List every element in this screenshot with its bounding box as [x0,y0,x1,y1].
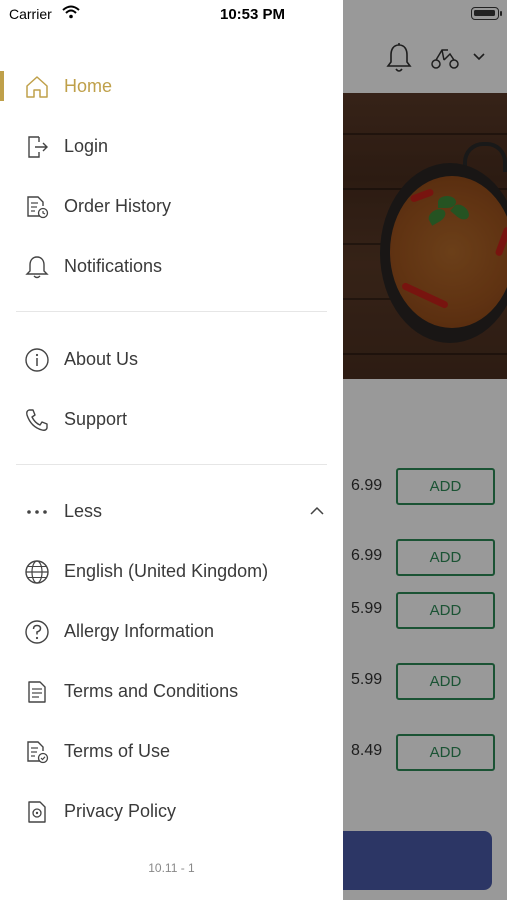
privacy-icon [28,801,46,823]
menu-divider [16,311,327,312]
info-icon [25,348,49,372]
phone-icon [26,409,48,431]
question-icon [25,620,49,644]
menu-item-login[interactable]: Login [0,122,343,170]
menu-item-support[interactable]: Support [0,395,343,443]
menu-label: English (United Kingdom) [64,560,269,581]
status-bar: Carrier 10:53 PM [0,0,507,28]
home-icon [26,76,48,98]
menu-item-language[interactable]: English (United Kingdom) [0,547,343,595]
menu-item-less-toggle[interactable]: Less [0,487,343,535]
menu-label: Allergy Information [64,620,215,641]
more-dots-icon [27,510,47,514]
menu-label: Notifications [64,255,163,276]
menu-label: Support [64,408,128,429]
menu-label: About Us [64,348,139,369]
menu-divider [16,464,327,465]
bell-icon [25,256,49,279]
battery-icon [471,7,499,20]
menu-label: Order History [64,195,172,216]
side-drawer: Home Login Order History Notifications A… [0,0,343,900]
menu-item-home[interactable]: Home [0,62,343,110]
menu-item-notifications[interactable]: Notifications [0,242,343,290]
login-icon [28,136,48,158]
battery-tip [500,11,502,16]
menu-item-allergy[interactable]: Allergy Information [0,607,343,655]
menu-label: Login [64,135,109,156]
menu-label: Privacy Policy [64,800,177,821]
chevron-up-icon [310,506,324,515]
globe-icon [25,560,49,584]
menu-item-order-history[interactable]: Order History [0,182,343,230]
menu-item-privacy-policy[interactable]: Privacy Policy [0,787,343,835]
menu-item-terms-conditions[interactable]: Terms and Conditions [0,667,343,715]
menu-item-terms-of-use[interactable]: Terms of Use [0,727,343,775]
menu-label: Home [64,75,113,96]
document-icon [28,681,46,703]
menu-label: Terms and Conditions [64,680,239,701]
app-version: 10.11 - 1 [148,861,195,875]
order-history-icon [27,196,49,219]
document-check-icon [27,741,49,764]
carrier-label: Carrier [9,6,52,22]
menu-label: Terms of Use [64,740,171,761]
menu-item-about-us[interactable]: About Us [0,335,343,383]
menu-label: Less [64,500,103,521]
wifi-icon [62,5,80,19]
clock: 10:53 PM [220,6,286,23]
